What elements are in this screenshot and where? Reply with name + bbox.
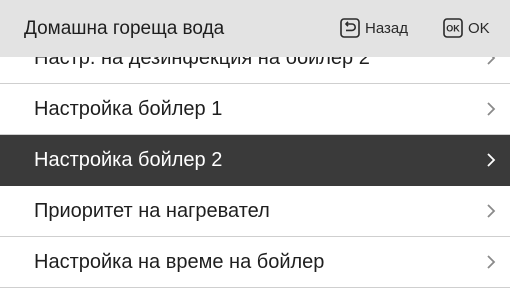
page-title: Домашна гореща вода: [24, 18, 225, 39]
chevron-right-icon: [486, 203, 496, 219]
menu-item-label: Настройка бойлер 2: [34, 149, 223, 171]
back-button[interactable]: Назад: [340, 16, 408, 40]
ok-key-icon: OK: [443, 18, 463, 38]
ok-button-label: OK: [468, 19, 490, 37]
chevron-right-icon: [486, 152, 496, 168]
menu-item-label: Настройка бойлер 1: [34, 98, 223, 120]
ok-button[interactable]: OK OK: [443, 16, 490, 40]
menu-item-tank-2-settings[interactable]: Настройка бойлер 2: [0, 135, 510, 186]
menu-item-heater-priority[interactable]: Приоритет на нагревател: [0, 186, 510, 237]
chevron-right-icon: [486, 101, 496, 117]
menu-item-tank-1-settings[interactable]: Настройка бойлер 1: [0, 84, 510, 135]
back-button-label: Назад: [365, 19, 408, 37]
menu-item-tank-time-settings[interactable]: Настройка на време на бойлер: [0, 237, 510, 288]
menu-item-label: Настройка на време на бойлер: [34, 251, 325, 273]
chevron-right-icon: [486, 254, 496, 270]
ok-key-glyph: OK: [446, 24, 460, 34]
settings-menu-list: Настр. на дезинфекция на бойлер 2 Настро…: [0, 33, 510, 288]
dhw-settings-screen: Настр. на дезинфекция на бойлер 2 Настро…: [0, 0, 510, 296]
screen-header: Домашна гореща вода Назад OK OK: [0, 0, 510, 57]
menu-item-label: Приоритет на нагревател: [34, 200, 270, 222]
return-arrow-icon: [340, 18, 360, 38]
